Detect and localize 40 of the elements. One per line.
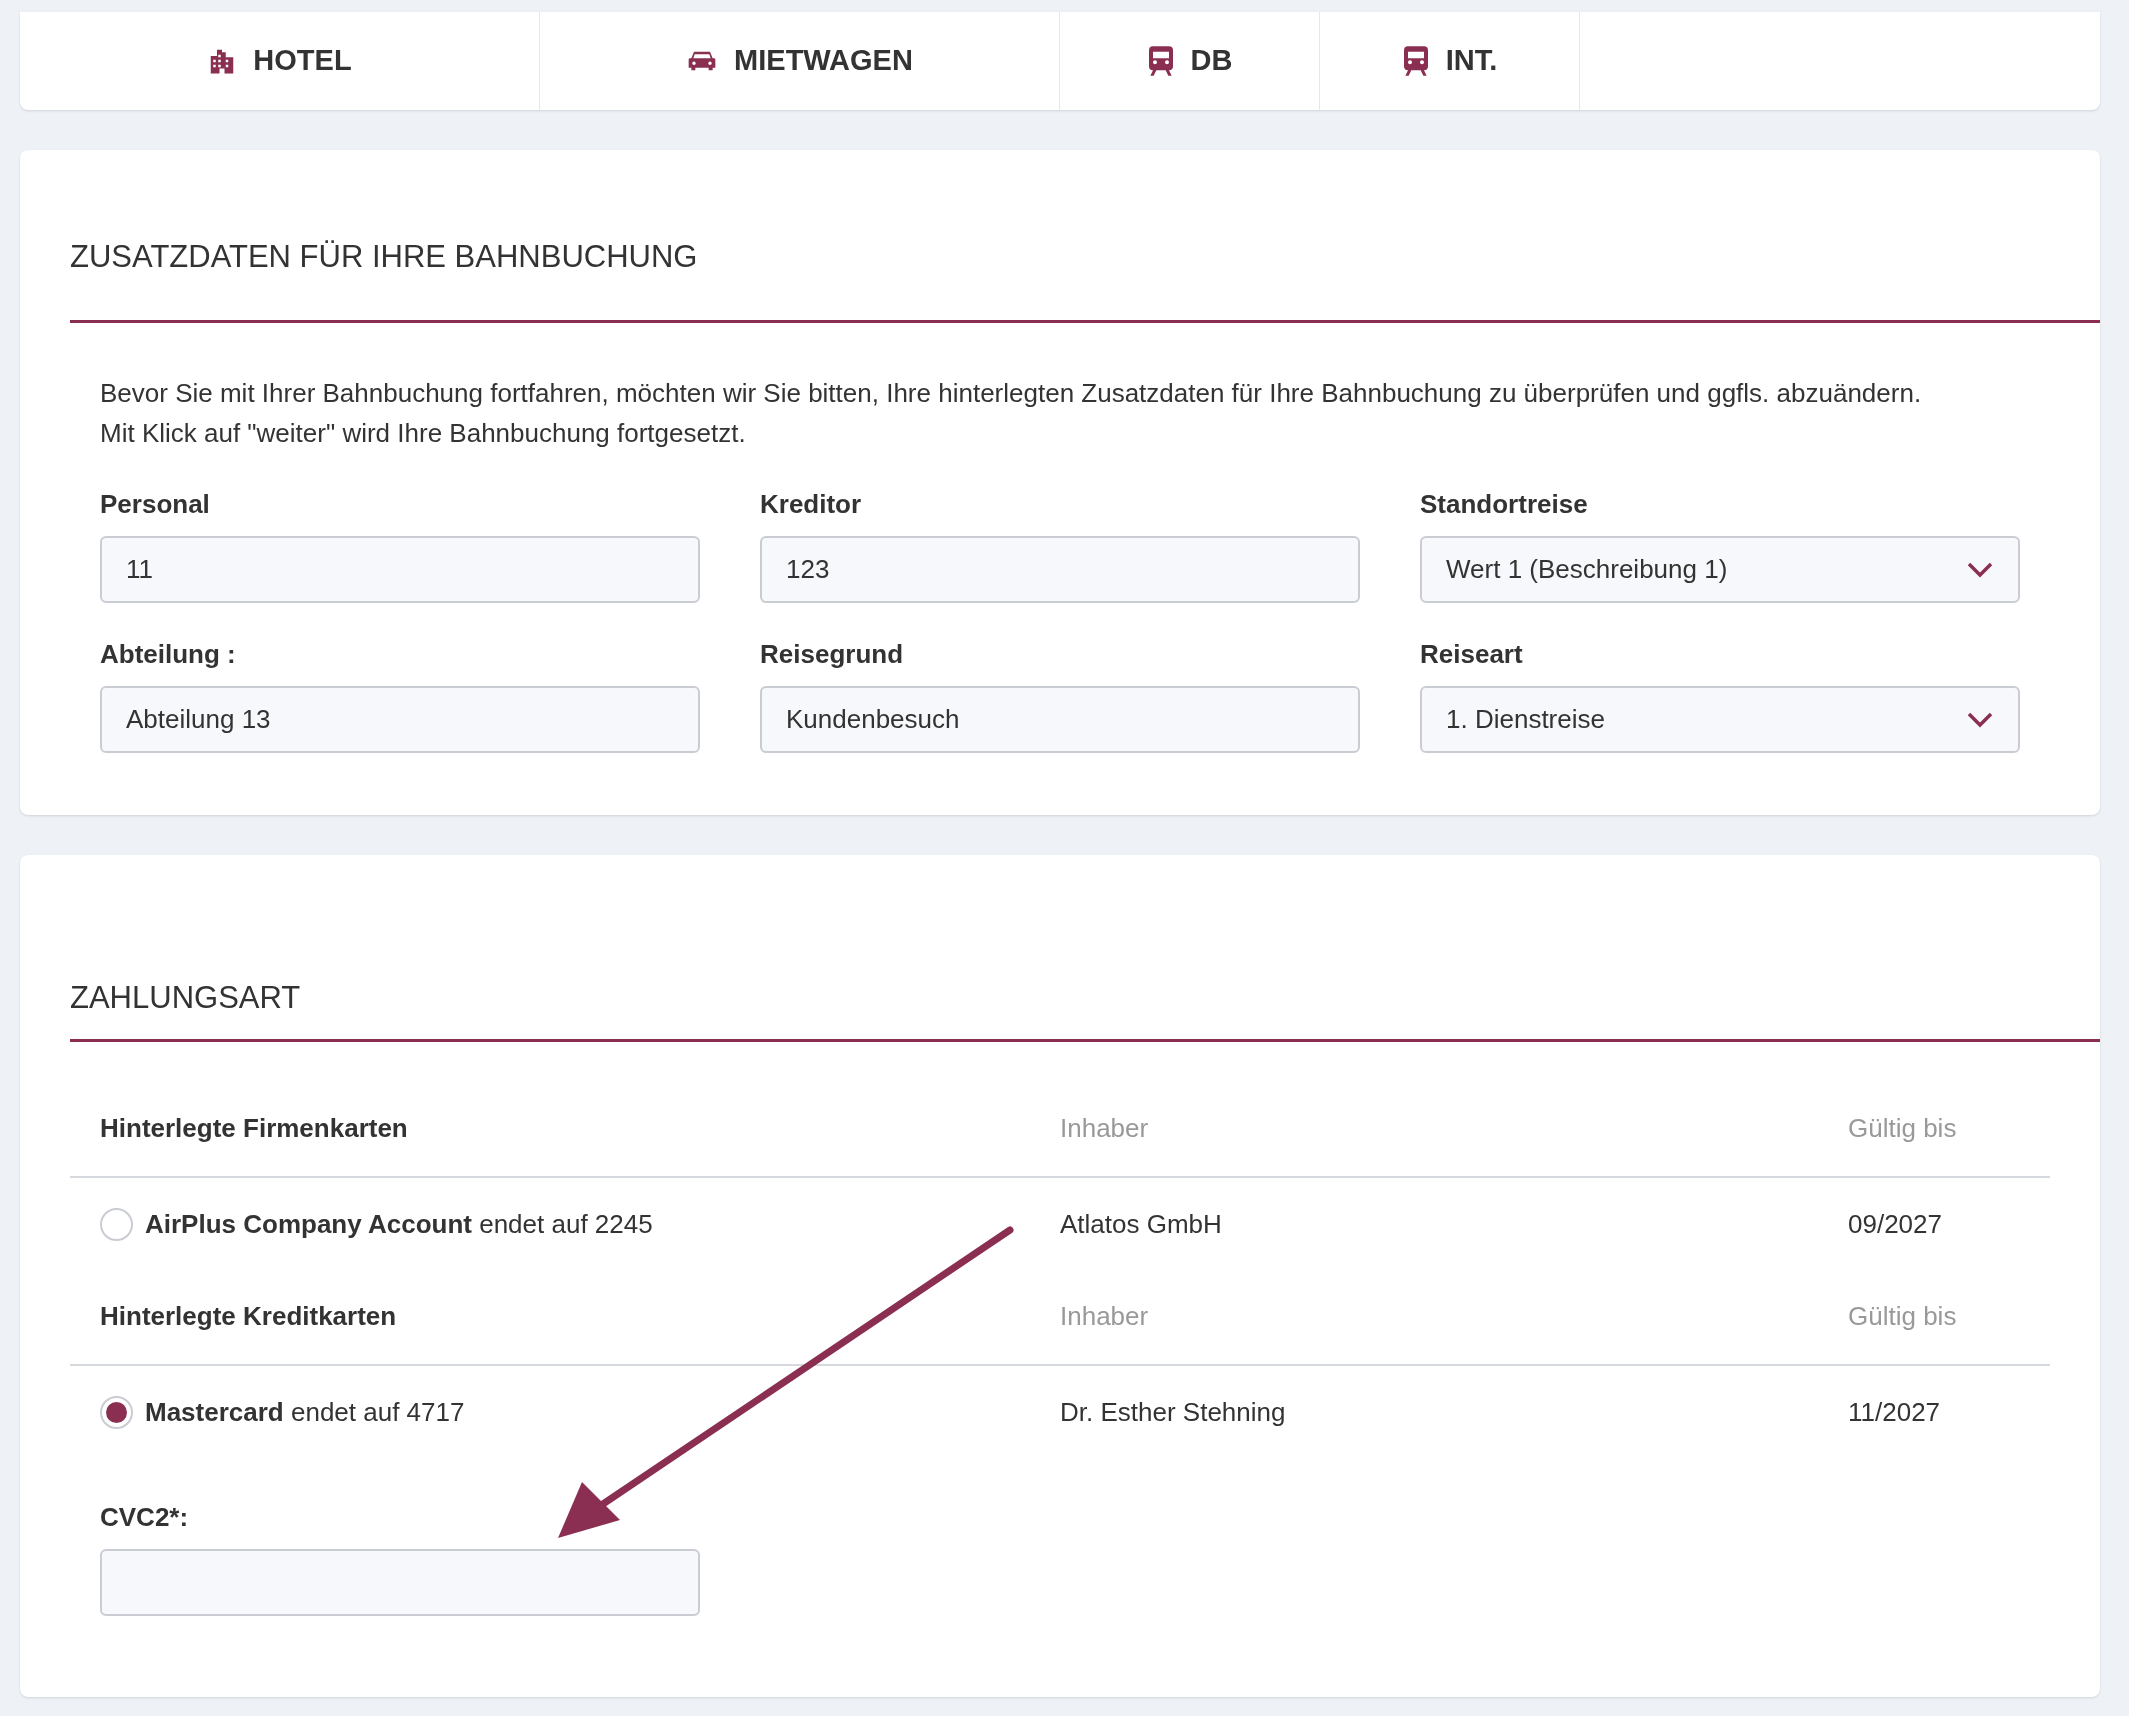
input-field[interactable]: Abteilung 13 xyxy=(100,686,700,753)
field-label: Reisegrund xyxy=(760,638,905,671)
field-label: Reiseart xyxy=(1420,638,1524,671)
tab[interactable]: MIETWAGEN xyxy=(540,12,1060,110)
card-label: AirPlus Company Account endet auf 2245 xyxy=(145,1207,653,1241)
radio-button[interactable] xyxy=(100,1207,133,1241)
section-title: ZAHLUNGSART xyxy=(70,979,302,1017)
field-label: Abteilung : xyxy=(100,638,237,671)
radio-button[interactable] xyxy=(100,1395,133,1429)
input-field[interactable]: 11 xyxy=(100,536,700,603)
input-field[interactable]: Kundenbesuch xyxy=(760,686,1360,753)
intro-text: Bevor Sie mit Ihrer Bahnbuchung fortfahren, möchten wir Sie bitten, Ihre hinterlegten Zusatzdaten für Ihre Bahnbuchung zu überprüfen und ggfls. abzuändern. xyxy=(100,377,1923,410)
field-label: Standortreise xyxy=(1420,488,1589,521)
field-label: Kreditor xyxy=(760,488,863,521)
table-cell-text: 09/2027 xyxy=(1848,1207,1942,1241)
input-field[interactable] xyxy=(100,1549,700,1616)
column-header: Inhaber xyxy=(1060,1300,1150,1333)
intro-text: Mit Klick auf "weiter" wird Ihre Bahnbuchung fortgesetzt. xyxy=(100,417,747,450)
table-heading: Hinterlegte Kreditkarten xyxy=(100,1300,398,1333)
select-field[interactable]: Wert 1 (Beschreibung 1) xyxy=(1420,536,2020,603)
train-icon xyxy=(1146,45,1175,77)
select-field[interactable]: 1. Dienstreise xyxy=(1420,686,2020,753)
tab[interactable]: HOTEL xyxy=(20,12,540,110)
input-field[interactable]: 123 xyxy=(760,536,1360,603)
column-header: Gültig bis xyxy=(1848,1112,1957,1145)
field-label: Personal xyxy=(100,488,211,521)
card-label: Mastercard endet auf 4717 xyxy=(145,1395,465,1429)
chevron-down-icon xyxy=(1966,560,1994,579)
tab[interactable]: INT. xyxy=(1320,12,1580,110)
column-header: Gültig bis xyxy=(1848,1300,1957,1333)
column-header: Inhaber xyxy=(1060,1112,1150,1145)
section-title: ZUSATZDATEN FÜR IHRE BAHNBUCHUNG xyxy=(70,238,699,276)
field-label: CVC2*: xyxy=(100,1501,190,1534)
tab[interactable]: DB xyxy=(1060,12,1320,110)
table-cell-text: 11/2027 xyxy=(1848,1395,1941,1429)
chevron-down-icon xyxy=(1966,710,1994,729)
table-heading: Hinterlegte Firmenkarten xyxy=(100,1112,409,1145)
table-cell-text: Atlatos GmbH xyxy=(1060,1207,1223,1241)
train-icon xyxy=(1401,45,1430,77)
table-cell-text: Dr. Esther Stehning xyxy=(1060,1395,1287,1429)
